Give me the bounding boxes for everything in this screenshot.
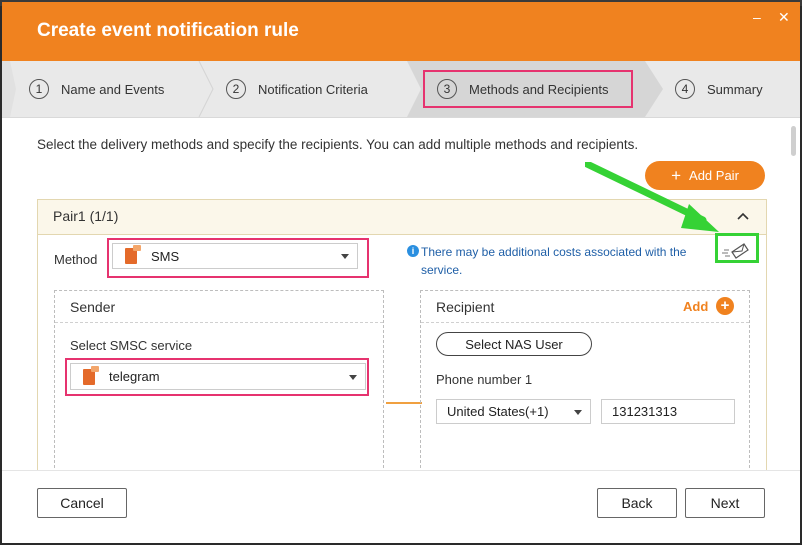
method-select[interactable]: SMS	[112, 243, 358, 269]
step-4-summary[interactable]: 4 Summary	[675, 61, 763, 117]
cancel-button[interactable]: Cancel	[37, 488, 127, 518]
country-code-select[interactable]: United States(+1)	[436, 399, 591, 424]
smsc-label: Select SMSC service	[70, 338, 193, 353]
description-text: Select the delivery methods and specify …	[37, 137, 639, 152]
step-2-label: Notification Criteria	[258, 81, 368, 97]
phone-number-label: Phone number 1	[436, 372, 533, 387]
pair-title: Pair1 (1/1)	[53, 208, 119, 224]
select-nas-user-button[interactable]: Select NAS User	[436, 332, 592, 356]
dialog-header: Create event notification rule – ✕	[2, 2, 800, 61]
phone-number-value: 131231313	[612, 404, 678, 419]
cost-info-notice: i There may be additional costs associat…	[407, 243, 721, 279]
sender-panel-header: Sender	[55, 291, 383, 323]
close-button[interactable]: ✕	[778, 10, 790, 24]
country-code-value: United States(+1)	[447, 404, 549, 419]
dialog-footer: Cancel Back Next	[2, 470, 800, 543]
sender-heading: Sender	[70, 299, 116, 315]
chevron-down-icon	[349, 374, 357, 380]
cost-info-text: There may be additional costs associated…	[421, 245, 687, 277]
wizard-steps: 1 Name and Events 2 Notification Criteri…	[2, 61, 800, 118]
phone-number-input[interactable]: 131231313	[601, 399, 735, 424]
recipient-panel-header: Recipient Add +	[421, 291, 749, 323]
create-rule-dialog: Create event notification rule – ✕ 1 Nam…	[2, 2, 800, 543]
minimize-button[interactable]: –	[753, 10, 761, 24]
sender-panel: Sender Select SMSC service telegram	[54, 290, 384, 473]
step-4-number: 4	[675, 79, 695, 99]
send-test-message-button[interactable]	[715, 233, 759, 263]
step-1-name-and-events[interactable]: 1 Name and Events	[29, 61, 164, 117]
step-1-label: Name and Events	[61, 81, 165, 97]
add-recipient-link[interactable]: Add	[683, 299, 708, 314]
step-2-notification-criteria[interactable]: 2 Notification Criteria	[226, 61, 368, 117]
method-label: Method	[54, 252, 98, 267]
sender-recipient-connector	[386, 402, 422, 404]
chevron-up-icon[interactable]	[735, 208, 751, 224]
smsc-service-select[interactable]: telegram	[70, 363, 366, 390]
add-recipient-plus-icon[interactable]: +	[716, 297, 734, 315]
step-1-number: 1	[29, 79, 49, 99]
pair-card: Pair1 (1/1) Method SMS i There may be ad…	[37, 199, 767, 473]
sms-sim-icon	[125, 245, 141, 264]
step-separator-icon	[198, 61, 214, 117]
smsc-select-value: telegram	[109, 369, 160, 384]
step-4-label: Summary	[707, 81, 763, 97]
step-2-number: 2	[226, 79, 246, 99]
back-button[interactable]: Back	[597, 488, 677, 518]
chevron-down-icon	[341, 254, 349, 259]
recipient-panel: Recipient Add + Select NAS User Phone nu…	[420, 290, 750, 473]
annotation-arrow-icon	[585, 162, 719, 232]
info-icon: i	[407, 245, 419, 257]
recipient-heading: Recipient	[436, 299, 495, 315]
chevron-down-icon	[574, 409, 582, 415]
envelope-send-icon	[722, 243, 749, 259]
content-scrollbar[interactable]	[791, 126, 796, 156]
next-button[interactable]: Next	[685, 488, 765, 518]
method-select-value: SMS	[151, 248, 180, 264]
sms-sim-icon	[83, 365, 99, 385]
dialog-title: Create event notification rule	[37, 20, 299, 41]
step-3-highlight-box	[423, 70, 633, 108]
